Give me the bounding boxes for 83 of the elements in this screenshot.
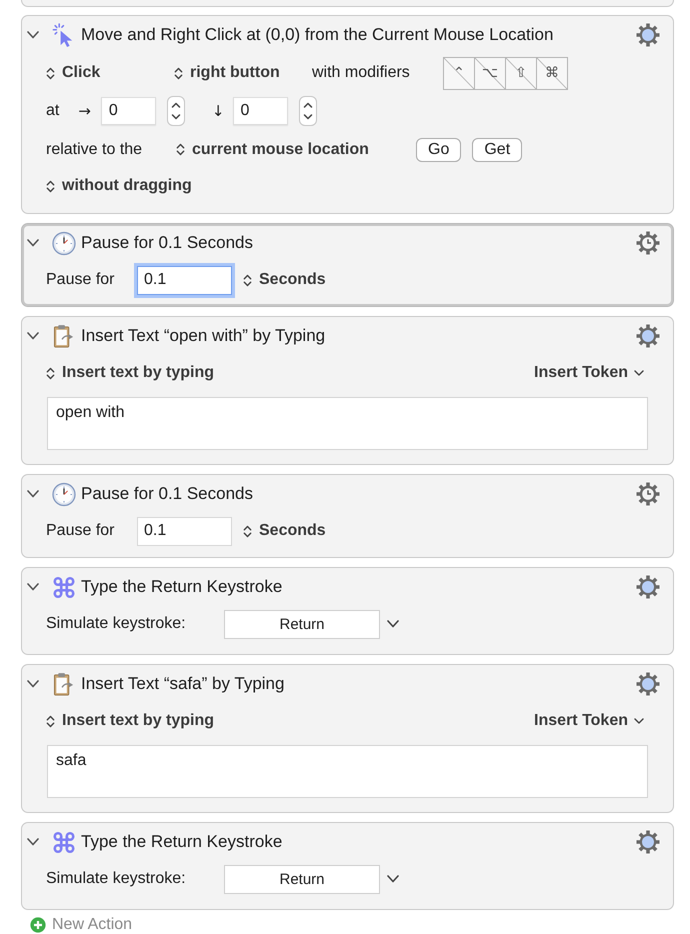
disclosure-chevron-icon[interactable] bbox=[27, 583, 39, 591]
clock-gear-icon[interactable] bbox=[636, 482, 660, 506]
plus-icon bbox=[30, 916, 46, 932]
push-button[interactable]: Get bbox=[472, 138, 522, 162]
disclosure-chevron-icon[interactable] bbox=[27, 31, 39, 39]
field-label: Simulate keystroke: bbox=[46, 615, 187, 633]
gear-icon[interactable] bbox=[636, 23, 660, 47]
y-coordinate-field[interactable]: 0 bbox=[232, 97, 288, 125]
time-unit-popup[interactable]: Seconds bbox=[243, 271, 326, 289]
chevron-down-icon bbox=[634, 718, 644, 724]
action-card[interactable]: Insert Text “safa” by Typing Insert text by typing Insert Token safa bbox=[21, 664, 674, 813]
modifier-toggle[interactable]: ⇧ bbox=[505, 56, 537, 90]
mouse-button-popup[interactable]: right button bbox=[174, 64, 290, 82]
duration-field[interactable]: 0.1 bbox=[137, 516, 232, 546]
chevron-updown-icon bbox=[174, 66, 183, 80]
action-title: Pause for 0.1 Seconds bbox=[81, 484, 254, 504]
chevron-down-icon[interactable] bbox=[387, 875, 399, 883]
action-title: Type the Return Keystroke bbox=[81, 577, 282, 597]
action-title: Insert Text “open with” by Typing bbox=[81, 326, 326, 346]
chevron-updown-icon bbox=[302, 100, 312, 122]
insert-token-menu[interactable]: Insert Token bbox=[534, 712, 644, 730]
chevron-down-icon bbox=[634, 370, 644, 376]
chevron-updown-icon bbox=[46, 66, 55, 80]
gear-icon[interactable] bbox=[636, 324, 660, 348]
action-title: Insert Text “safa” by Typing bbox=[81, 674, 284, 694]
action-card[interactable]: Type the Return Keystroke Simulate keystroke: Return bbox=[21, 567, 674, 655]
text-field[interactable]: safa bbox=[47, 745, 648, 798]
modifier-toggle[interactable]: ⌃ bbox=[443, 56, 475, 90]
gear-icon[interactable] bbox=[636, 830, 660, 854]
field-label: relative to the bbox=[46, 140, 144, 158]
gear-icon[interactable] bbox=[636, 672, 660, 696]
chevron-updown-icon bbox=[170, 100, 181, 122]
clock-icon bbox=[52, 230, 76, 256]
chevron-updown-icon bbox=[243, 272, 252, 288]
field-label: Simulate keystroke: bbox=[46, 870, 187, 888]
clipboard-icon bbox=[52, 324, 76, 348]
field-label: at bbox=[46, 102, 60, 120]
chevron-updown-icon bbox=[46, 178, 55, 194]
action-title: Pause for 0.1 Seconds bbox=[81, 233, 254, 253]
x-coordinate-field[interactable]: 0 bbox=[100, 97, 156, 125]
chevron-updown-icon bbox=[176, 142, 185, 157]
chevron-updown-icon bbox=[243, 524, 252, 538]
command-key-icon bbox=[52, 574, 76, 600]
chevron-updown-icon bbox=[46, 366, 55, 380]
chevron-down-icon[interactable] bbox=[387, 620, 399, 628]
modifier-toggle[interactable]: ⌥ bbox=[474, 56, 506, 90]
disclosure-chevron-icon[interactable] bbox=[27, 239, 39, 247]
action-title: Move and Right Click at (0,0) from the Current Mouse Location bbox=[81, 25, 554, 45]
clock-gear-icon[interactable] bbox=[636, 231, 660, 255]
x-arrow-label: → bbox=[78, 102, 91, 120]
insert-token-menu[interactable]: Insert Token bbox=[534, 364, 644, 382]
modifier-toggle[interactable]: ⌘ bbox=[536, 56, 568, 90]
field-label: with modifiers bbox=[312, 64, 411, 82]
action-card[interactable]: Pause for 0.1 Seconds Pause for 0.1 Seconds bbox=[21, 223, 674, 307]
action-card[interactable]: Pause for 0.1 Seconds Pause for 0.1 Seconds bbox=[21, 474, 674, 558]
action-title: Type the Return Keystroke bbox=[81, 832, 282, 852]
disclosure-chevron-icon[interactable] bbox=[27, 332, 39, 340]
stepper-button[interactable] bbox=[298, 96, 316, 126]
field-label: Pause for bbox=[46, 271, 116, 289]
clock-icon bbox=[52, 482, 76, 506]
insert-mode-popup[interactable]: Insert text by typing bbox=[46, 364, 214, 382]
action-card[interactable]: Move and Right Click at (0,0) from the Current Mouse Location Click right button with modifiers ⌃ ⌥ ⇧ ⌘ at → 0 ↓ 0 relative to the current mouse location Go Get without dragging bbox=[21, 15, 674, 214]
click-type-popup[interactable]: Click bbox=[46, 64, 174, 82]
text-field[interactable]: open with bbox=[47, 397, 648, 450]
push-button[interactable]: Go bbox=[416, 138, 462, 162]
action-card[interactable]: Type the Return Keystroke Simulate keystroke: Return bbox=[21, 822, 674, 910]
clipboard-icon bbox=[52, 672, 76, 696]
gear-icon[interactable] bbox=[636, 575, 660, 599]
y-arrow-label: ↓ bbox=[212, 102, 224, 120]
stepper-button[interactable] bbox=[166, 96, 185, 126]
keystroke-field[interactable]: Return bbox=[224, 864, 380, 894]
chevron-updown-icon bbox=[46, 714, 55, 728]
insert-mode-popup[interactable]: Insert text by typing bbox=[46, 712, 214, 730]
relative-location-popup[interactable]: current mouse location bbox=[176, 140, 385, 158]
disclosure-chevron-icon[interactable] bbox=[27, 490, 39, 498]
time-unit-popup[interactable]: Seconds bbox=[243, 522, 326, 540]
drag-mode-popup[interactable]: without dragging bbox=[46, 177, 192, 195]
disclosure-chevron-icon[interactable] bbox=[27, 680, 39, 688]
disclosure-chevron-icon[interactable] bbox=[27, 838, 39, 846]
field-label: Pause for bbox=[46, 522, 116, 540]
keystroke-field[interactable]: Return bbox=[224, 610, 380, 638]
command-key-icon bbox=[52, 830, 76, 854]
action-card[interactable]: Insert Text “open with” by Typing Insert text by typing Insert Token open with bbox=[21, 316, 674, 465]
